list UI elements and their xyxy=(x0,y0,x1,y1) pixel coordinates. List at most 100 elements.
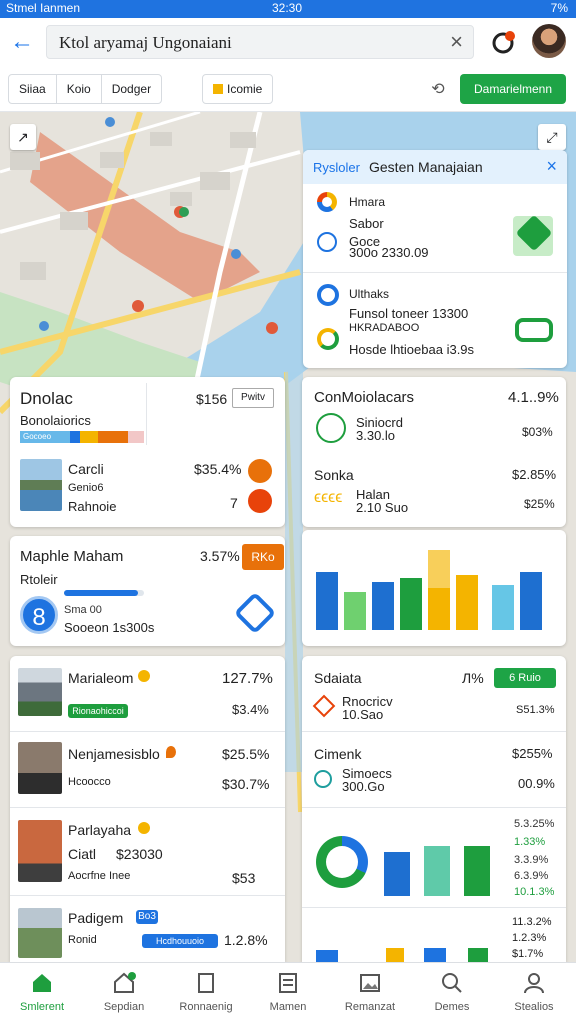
nav-label: Mamen xyxy=(269,1001,307,1013)
nav-menu[interactable]: Mamen xyxy=(248,971,328,1013)
toggle-switch[interactable] xyxy=(515,318,553,342)
summary-title: Dnolac xyxy=(20,389,73,408)
list-item[interactable]: Nenjamesisblo $25.5% Hcoocco $30.7% xyxy=(10,732,285,808)
card-divider xyxy=(146,383,147,445)
segment-2 xyxy=(70,431,80,443)
primary-action-button[interactable]: Damarielmenn xyxy=(460,74,566,104)
nav-label: Remanzat xyxy=(344,1001,396,1013)
chart-num-3: $1.7% xyxy=(512,948,544,960)
search-input[interactable]: Ktol aryamaj Ungonaiani × xyxy=(46,25,474,59)
stats-card[interactable]: ConMoiolacars 4.1..9% Siniocrd 3.30.lo $… xyxy=(302,377,566,527)
filter-toolbar: Siiaa Koio Dodger Icomie ⟲ Damarielmenn xyxy=(0,68,576,112)
nav-explore[interactable]: Sepdian xyxy=(84,971,164,1013)
building-thumbnail xyxy=(18,908,62,958)
progress-card[interactable]: Maphle Maham 3.57% RKo Rtoleir 8 Sma 00 … xyxy=(10,536,285,646)
list-item-price: $23030 xyxy=(116,846,163,862)
bar-stack-5 xyxy=(428,550,450,588)
mini-bar-4 xyxy=(468,948,488,962)
clear-search-icon[interactable]: × xyxy=(450,29,463,55)
stats-pct: 4.1..9% xyxy=(508,389,559,406)
progress-sub: Rtoleir xyxy=(20,572,58,587)
filter-siiaa[interactable]: Siiaa xyxy=(9,75,57,103)
nav-profile[interactable]: Stealios xyxy=(494,971,574,1013)
segment-bar: Gocoeo xyxy=(20,431,144,443)
list-item-name: Parlayaha xyxy=(68,822,132,838)
nav-reports[interactable]: Ronnaenig xyxy=(166,971,246,1013)
panel-divider xyxy=(303,272,567,273)
list-item[interactable]: Sdaiata Л% 6 Ruio Rnocricv 10.Sao S51.3% xyxy=(302,656,566,732)
nav-label: Ronnaenig xyxy=(179,1001,233,1013)
alert-icon[interactable] xyxy=(248,459,272,483)
person-icon xyxy=(524,973,544,994)
list-item-value2: $53 xyxy=(232,870,256,886)
bar-3 xyxy=(372,582,394,630)
list-item-s2: 10.Sao xyxy=(342,707,384,722)
nav-home[interactable]: Smlerent xyxy=(2,971,82,1013)
list-item[interactable]: Marialeom 127.7% Rionaohiccoi $3.4% xyxy=(10,656,285,732)
back-arrow-icon[interactable]: ← xyxy=(8,28,36,56)
star-badge-icon xyxy=(138,670,150,682)
pin-icon xyxy=(166,746,176,758)
filter-icomie-label: Icomie xyxy=(227,82,263,96)
list-icon xyxy=(279,973,297,993)
summary-card[interactable]: Dnolac $156 Pwitv Bonolaiorics Gocoeo Ca… xyxy=(10,377,285,527)
list-item-value: 1.2.8% xyxy=(224,932,268,948)
chart-num-4: 6.3.9% xyxy=(514,870,549,882)
close-icon[interactable]: × xyxy=(546,156,557,177)
progress-pct: 3.57% xyxy=(200,548,240,564)
location-icon xyxy=(312,694,336,718)
notification-icon[interactable] xyxy=(490,28,518,56)
list-item[interactable]: Padigem Bo3 Ronid Hcdhouuoio 1.2.8% xyxy=(10,896,285,962)
row-num: 7 xyxy=(230,495,238,511)
list-item-name: Marialeom xyxy=(68,670,134,686)
donut-hole xyxy=(326,846,358,878)
nav-gallery[interactable]: Remanzat xyxy=(330,971,410,1013)
user-avatar[interactable] xyxy=(532,24,566,58)
list-item-tag: Bo3 xyxy=(136,910,158,924)
segment-5 xyxy=(128,431,144,443)
list-item-name: Cimenk xyxy=(314,746,362,762)
compass-icon[interactable]: ↗ xyxy=(10,124,36,150)
filter-dodger[interactable]: Dodger xyxy=(102,75,161,103)
progress-tag[interactable]: RKo xyxy=(242,544,284,570)
chart-num-3: 3.3.9% xyxy=(514,854,549,866)
search-query: Ktol aryamaj Ungonaiani xyxy=(59,33,232,52)
filter-koio[interactable]: Koio xyxy=(57,75,102,103)
panel-title-b: Gesten Manajaian xyxy=(369,159,483,175)
panel-row3-sub: Funsol toneer 13300 xyxy=(349,306,469,321)
chart-num-1: 11.3.2% xyxy=(512,916,552,928)
building-thumbnail xyxy=(18,820,62,882)
nav-search[interactable]: Demes xyxy=(412,971,492,1013)
summary-chip[interactable]: Pwitv xyxy=(232,388,274,408)
stats-name2: Sonka xyxy=(314,467,354,483)
list-item[interactable]: Parlayaha Ciatl $23030 Aocrfne Inee $53 xyxy=(10,808,285,896)
filter-icomie[interactable]: Icomie xyxy=(202,74,274,104)
stats-val3: $25% xyxy=(524,497,555,511)
progress-fill xyxy=(64,590,138,596)
mini-bar-1 xyxy=(316,950,338,962)
progress-title: Maphle Maham xyxy=(20,548,124,565)
action-button[interactable]: 6 Ruio xyxy=(494,668,556,688)
nav-label: Sepdian xyxy=(103,1001,145,1013)
house-outline-icon xyxy=(114,972,136,993)
list-item-value2: $3.4% xyxy=(232,702,269,717)
bar-chart-2 xyxy=(384,846,490,896)
panel-row3-name: Ulthaks xyxy=(349,287,390,301)
chart-num-5: 10.1.3% xyxy=(514,886,555,898)
location-icon xyxy=(317,284,339,306)
bar-2 xyxy=(344,592,366,630)
list-item-value: S51.3% xyxy=(516,704,555,716)
alert-icon-2[interactable] xyxy=(248,489,272,513)
image-icon xyxy=(360,974,380,992)
list-item[interactable]: Cimenk $255% Simoecs 300.Go 00.9% xyxy=(302,732,566,808)
segment-4 xyxy=(98,431,128,443)
diamond-button-icon[interactable] xyxy=(233,591,277,635)
chart-glyph: ϵϵϵϵ xyxy=(314,489,343,506)
home-icon xyxy=(33,974,51,992)
list-item-sub2: Aocrfne Inee xyxy=(68,870,131,882)
fullscreen-icon[interactable]: ⤢ xyxy=(538,124,566,150)
refresh-icon[interactable]: ⟲ xyxy=(428,79,448,99)
lake-thumbnail xyxy=(20,459,62,511)
list-item-sub: Ciatl xyxy=(68,846,97,862)
list-item-value: $255% xyxy=(512,746,553,761)
